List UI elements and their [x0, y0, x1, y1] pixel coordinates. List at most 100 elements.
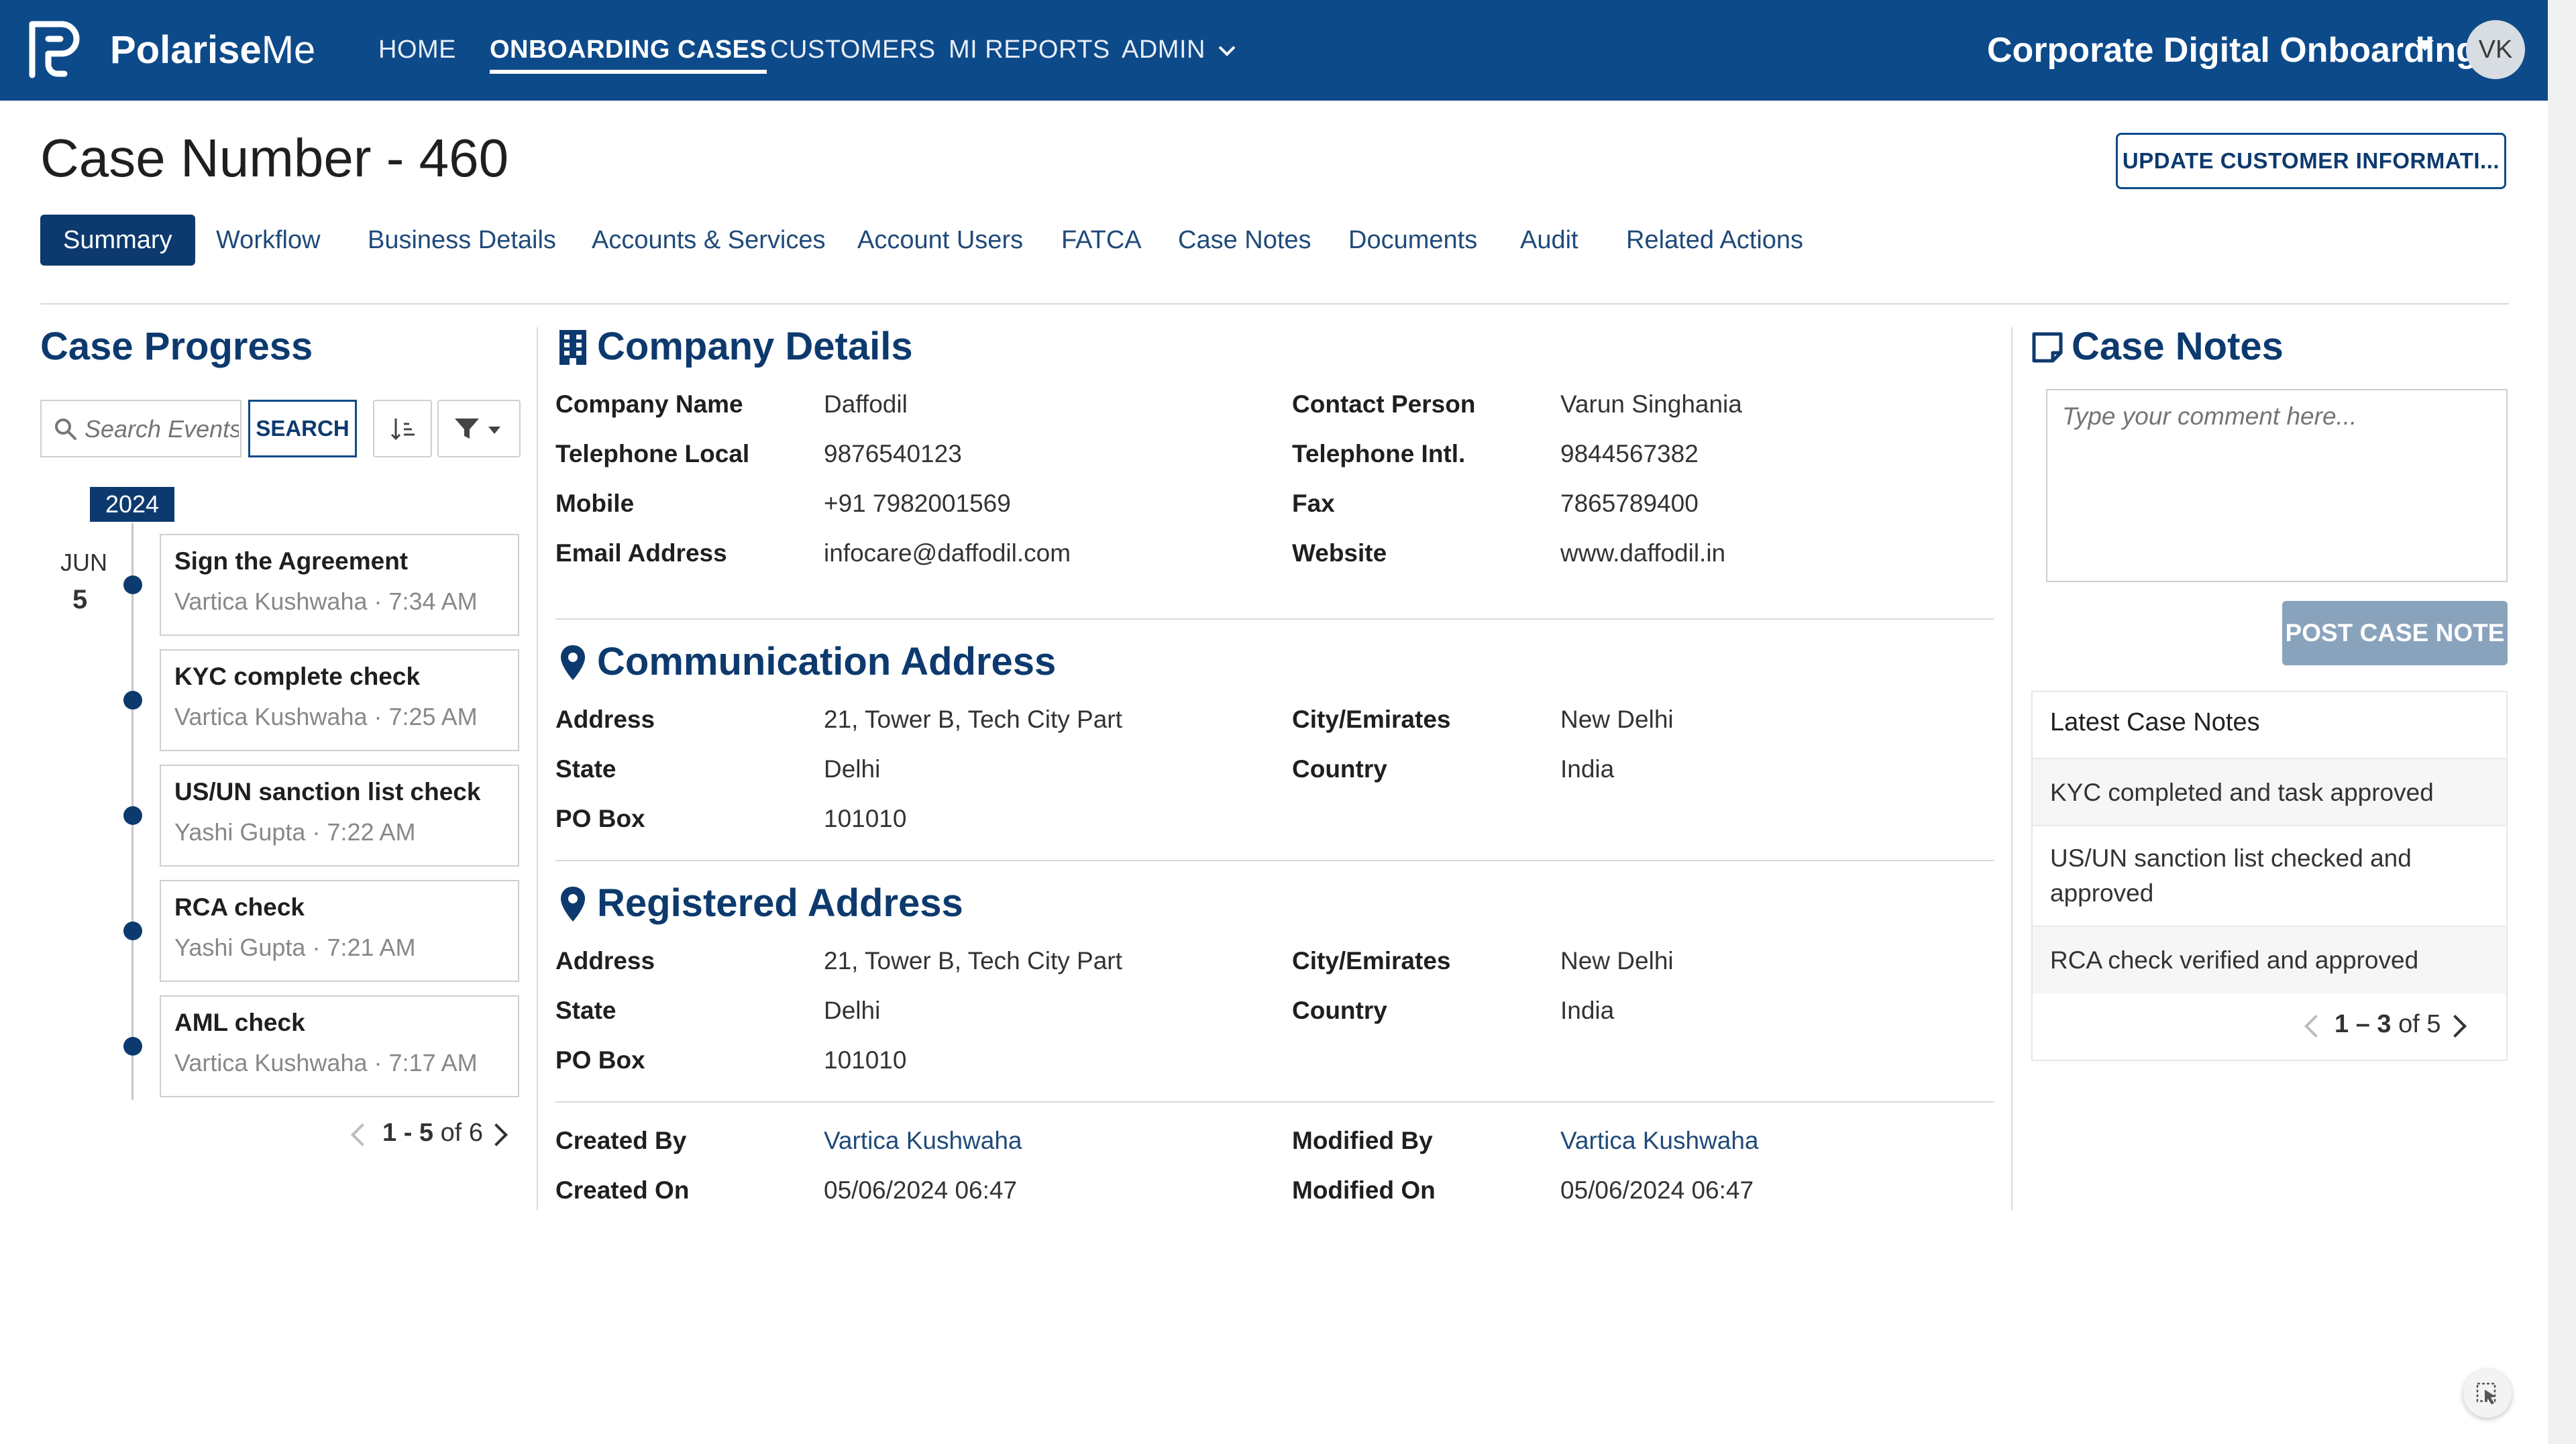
section-divider [555, 1101, 1994, 1103]
modified-by-value[interactable]: Vartica Kushwaha [1560, 1127, 1758, 1155]
floating-action-button[interactable] [2463, 1370, 2512, 1418]
sort-button[interactable] [373, 400, 432, 457]
tab-accounts-services[interactable]: Accounts & Services [592, 215, 825, 266]
post-case-note-button[interactable]: POST CASE NOTE [2282, 601, 2508, 665]
event-meta: Vartica Kushwaha · 7:34 AM [174, 588, 478, 615]
previous-page-icon[interactable] [2304, 1015, 2327, 1038]
column-divider [2011, 327, 2012, 1210]
filter-button[interactable] [437, 400, 521, 457]
website-value: www.daffodil.in [1560, 539, 1726, 567]
registered-country-value: India [1560, 997, 1615, 1024]
previous-page-icon[interactable] [351, 1123, 374, 1146]
modified-by-label: Modified By [1292, 1127, 1433, 1154]
communication-pobox-label: PO Box [555, 805, 645, 832]
communication-state-value: Delhi [824, 755, 881, 783]
tab-business-details[interactable]: Business Details [368, 215, 556, 266]
polariseme-logo-icon[interactable] [23, 17, 90, 85]
case-note-text: KYC completed and task approved [2050, 779, 2434, 806]
case-note-item[interactable]: KYC completed and task approved [2033, 758, 2506, 826]
search-button[interactable]: SEARCH [248, 400, 357, 457]
event-meta: Yashi Gupta · 7:22 AM [174, 818, 416, 846]
caret-down-icon [488, 427, 500, 434]
event-meta: Vartica Kushwaha · 7:25 AM [174, 703, 478, 730]
next-page-icon[interactable] [2444, 1015, 2467, 1038]
timeline-dot [123, 575, 142, 594]
case-note-text: RCA check verified and approved [2050, 946, 2419, 974]
created-by-value[interactable]: Vartica Kushwaha [824, 1127, 1022, 1155]
communication-pobox-value: 101010 [824, 805, 907, 832]
location-pin-icon [561, 645, 585, 680]
event-search-input[interactable] [83, 406, 240, 452]
tab-summary[interactable]: Summary [40, 215, 195, 266]
tab-case-notes[interactable]: Case Notes [1178, 215, 1311, 266]
next-page-icon[interactable] [485, 1123, 508, 1146]
communication-city-value: New Delhi [1560, 706, 1674, 733]
comment-field[interactable] [2046, 389, 2508, 582]
registered-pobox-value: 101010 [824, 1046, 907, 1074]
caret-down-icon[interactable] [2416, 40, 2434, 51]
timeline-event[interactable]: Sign the Agreement Vartica Kushwaha · 7:… [160, 534, 519, 636]
case-note-item[interactable]: RCA check verified and approved [2033, 926, 2506, 994]
tab-documents[interactable]: Documents [1348, 215, 1477, 266]
timeline-event[interactable]: AML check Vartica Kushwaha · 7:17 AM [160, 995, 519, 1097]
communication-country-label: Country [1292, 755, 1387, 783]
timeline-dot [123, 922, 142, 940]
communication-address-label: Address [555, 706, 655, 733]
case-note-item[interactable]: US/UN sanction list checked and approved [2033, 825, 2506, 927]
section-divider [555, 618, 1994, 620]
timeline-event[interactable]: RCA check Yashi Gupta · 7:21 AM [160, 880, 519, 982]
nav-admin-label: ADMIN [1122, 36, 1205, 64]
registered-state-value: Delhi [824, 997, 881, 1024]
created-on-label: Created On [555, 1176, 690, 1204]
event-title: KYC complete check [174, 663, 421, 690]
timeline-event[interactable]: KYC complete check Vartica Kushwaha · 7:… [160, 649, 519, 751]
communication-state-label: State [555, 755, 616, 783]
nav-onboarding-cases[interactable]: ONBOARDING CASES [490, 30, 767, 74]
workspace-selector[interactable]: Corporate Digital Onboarding [1987, 27, 2477, 74]
tab-account-users[interactable]: Account Users [857, 215, 1023, 266]
page-title: Case Number - 460 [40, 128, 509, 188]
nav-admin[interactable]: ADMIN [1122, 30, 1237, 70]
registered-country-label: Country [1292, 997, 1387, 1024]
latest-case-notes-panel: Latest Case Notes KYC completed and task… [2031, 691, 2508, 1061]
page-scrollbar[interactable] [2548, 0, 2576, 1444]
registered-city-value: New Delhi [1560, 947, 1674, 975]
communication-country-value: India [1560, 755, 1615, 783]
nav-customers[interactable]: CUSTOMERS [770, 30, 936, 70]
tab-audit[interactable]: Audit [1520, 215, 1578, 266]
sort-icon [390, 419, 415, 441]
telephone-local-label: Telephone Local [555, 440, 750, 467]
event-title: RCA check [174, 893, 305, 921]
email-address-label: Email Address [555, 539, 727, 567]
email-address-value: infocare@daffodil.com [824, 539, 1071, 567]
tab-related-actions[interactable]: Related Actions [1626, 215, 1803, 266]
date-month: JUN [60, 549, 107, 576]
nav-home[interactable]: HOME [378, 30, 456, 70]
update-customer-information-button[interactable]: UPDATE CUSTOMER INFORMATI... [2116, 133, 2506, 189]
search-icon [55, 419, 76, 440]
user-avatar[interactable]: VK [2466, 20, 2525, 79]
event-meta: Yashi Gupta · 7:21 AM [174, 934, 416, 961]
brand-name[interactable]: PolariseMe [110, 27, 315, 74]
telephone-intl-label: Telephone Intl. [1292, 440, 1466, 467]
timeline-event[interactable]: US/UN sanction list check Yashi Gupta · … [160, 765, 519, 867]
event-title: AML check [174, 1009, 305, 1036]
filter-icon [455, 419, 479, 439]
tab-workflow[interactable]: Workflow [216, 215, 321, 266]
registered-address-label: Address [555, 947, 655, 975]
event-search-field[interactable] [40, 400, 241, 457]
telephone-intl-value: 9844567382 [1560, 440, 1699, 467]
nav-mi-reports[interactable]: MI REPORTS [949, 30, 1110, 70]
tab-fatca[interactable]: FATCA [1061, 215, 1142, 266]
column-divider [537, 327, 538, 1210]
company-name-value: Daffodil [824, 390, 908, 418]
modified-on-label: Modified On [1292, 1176, 1436, 1204]
communication-address-title: Communication Address [597, 640, 1057, 683]
communication-city-label: City/Emirates [1292, 706, 1451, 733]
event-title: US/UN sanction list check [174, 778, 481, 806]
top-navigation-bar: PolariseMe HOME ONBOARDING CASES CUSTOME… [0, 0, 2548, 101]
location-pin-icon [561, 887, 585, 922]
comment-textarea[interactable] [2047, 390, 2506, 581]
chevron-down-icon [1218, 46, 1236, 56]
contact-person-label: Contact Person [1292, 390, 1476, 418]
